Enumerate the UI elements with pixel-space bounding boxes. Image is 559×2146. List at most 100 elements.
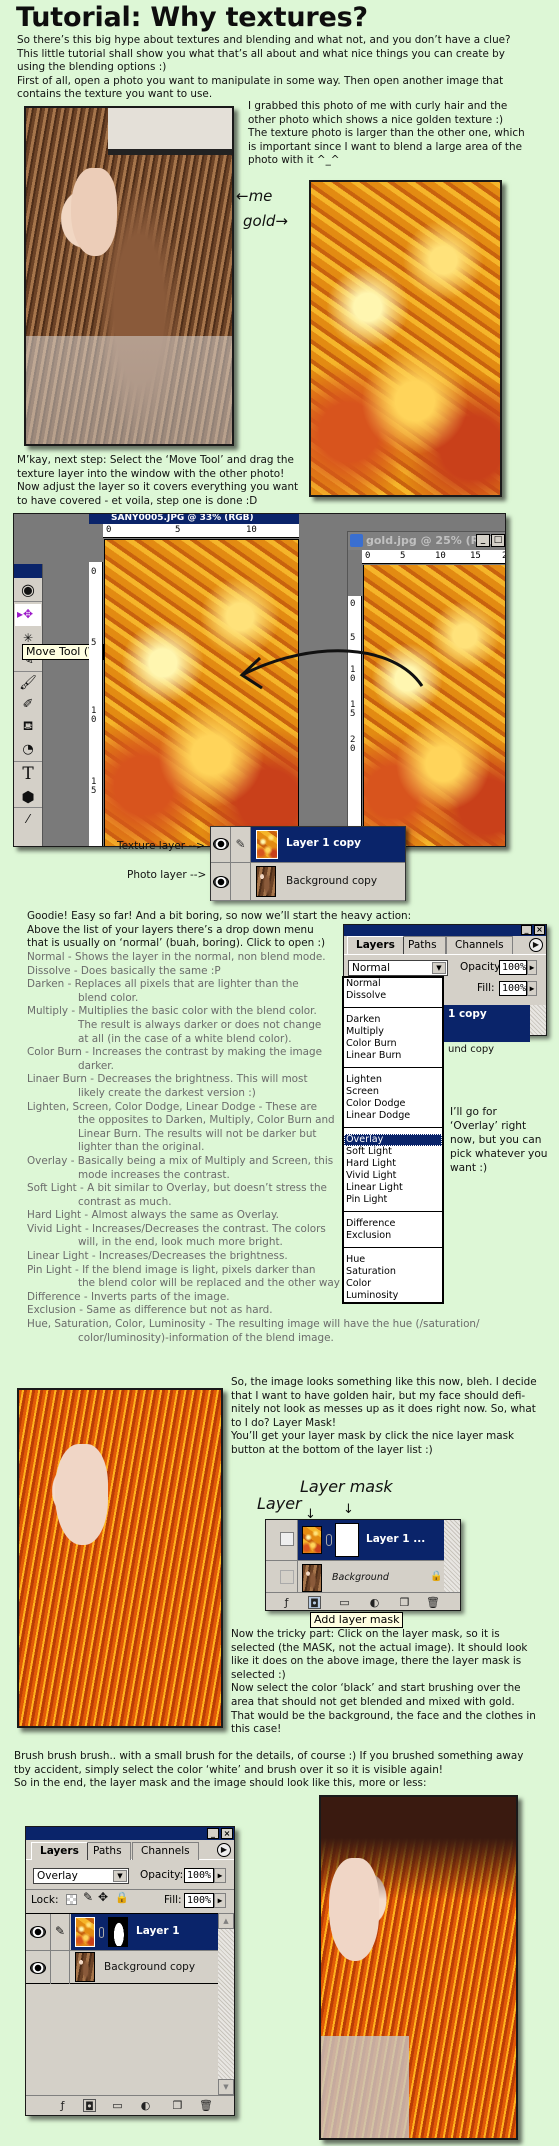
layer-mask-thumbnail[interactable] xyxy=(335,1523,359,1557)
tab-paths[interactable]: Paths xyxy=(399,936,446,954)
blend-mode-option[interactable]: Linear Dodge xyxy=(344,1110,442,1122)
panel-scrollbar[interactable]: ▲ ▼ xyxy=(218,1913,234,2095)
adjustment-layer-icon[interactable]: ◐ xyxy=(368,1596,381,1609)
adjustment-layer-icon[interactable]: ◐ xyxy=(139,2099,152,2112)
panel-scrollbar[interactable] xyxy=(530,1005,546,1035)
blend-mode-option[interactable]: Difference xyxy=(344,1218,442,1230)
panel-menu-icon[interactable]: ▶ xyxy=(529,938,543,952)
lock-paint-icon[interactable]: ✎ xyxy=(83,1890,93,1905)
new-folder-icon[interactable]: ▭ xyxy=(111,2099,124,2112)
add-layer-mask-icon[interactable]: ◘ xyxy=(308,1596,321,1610)
blend-mode-option[interactable]: Luminosity xyxy=(344,1290,442,1302)
blend-mode-option[interactable]: Hard Light xyxy=(344,1158,442,1170)
type-tool-icon[interactable]: T xyxy=(14,762,42,786)
move-tool-icon[interactable]: ▸✥ xyxy=(15,604,41,626)
opacity-field[interactable]: 100% ▶ xyxy=(184,1868,226,1883)
add-layer-mask-icon[interactable]: ◘ xyxy=(83,2099,96,2113)
tab-layers[interactable]: Layers xyxy=(347,936,404,954)
brush-link-icon[interactable]: ✎ xyxy=(231,827,251,862)
brush-link-icon[interactable]: ✎ xyxy=(50,1914,70,1950)
link-box[interactable] xyxy=(50,1951,70,1984)
blend-mode-option[interactable]: Saturation xyxy=(344,1266,442,1278)
layer-row-photo[interactable]: Background copy xyxy=(211,863,405,901)
mask-indicator-icon[interactable] xyxy=(280,1532,294,1546)
blend-mode-option[interactable]: Vivid Light xyxy=(344,1170,442,1182)
layer-style-icon[interactable]: ƒ xyxy=(280,1596,293,1609)
fill-field[interactable]: 100% ▶ xyxy=(184,1893,226,1908)
panel-scrollbar[interactable] xyxy=(444,1520,460,1594)
trash-icon[interactable]: 🗑 xyxy=(199,2099,213,2112)
layer-row-selected[interactable]: 1 copy xyxy=(444,1005,530,1042)
brush-icon[interactable]: 🖌 xyxy=(14,672,42,694)
fill-field[interactable]: 100% ▶ xyxy=(499,981,537,996)
chain-link-icon[interactable] xyxy=(326,1534,332,1546)
gold-canvas[interactable] xyxy=(363,565,505,846)
blend-mode-option[interactable]: Pin Light xyxy=(344,1194,442,1206)
lock-transparency-icon[interactable] xyxy=(66,1894,77,1905)
panel-minimize-button[interactable]: _ xyxy=(207,1828,219,1839)
lock-move-icon[interactable]: ✥ xyxy=(98,1890,108,1905)
blend-mode-option[interactable]: Normal xyxy=(344,978,442,990)
layer-thumbnail[interactable] xyxy=(75,1917,95,1947)
blend-mode-option[interactable]: Color Burn xyxy=(344,1038,442,1050)
layer-mask-thumbnail[interactable] xyxy=(108,1917,128,1947)
blend-mode-option[interactable]: Hue xyxy=(344,1254,442,1266)
history-brush-icon[interactable]: ✐ xyxy=(14,694,42,716)
link-box[interactable] xyxy=(280,1570,294,1584)
minimize-button[interactable]: _ xyxy=(476,534,490,547)
tab-paths[interactable]: Paths xyxy=(84,1842,131,1860)
blend-mode-option[interactable]: Color xyxy=(344,1278,442,1290)
layer-row-background[interactable]: Background copy xyxy=(26,1950,219,1984)
blend-mode-option[interactable]: Dissolve xyxy=(344,990,442,1002)
opacity-field[interactable]: 100% ▶ xyxy=(499,960,537,975)
layer-row-background[interactable]: Background 🔒 xyxy=(266,1560,446,1595)
trash-icon[interactable]: 🗑 xyxy=(426,1596,440,1609)
shape-tool-icon[interactable]: ⬢ xyxy=(14,786,42,808)
opacity-arrow-icon[interactable]: ▶ xyxy=(527,960,537,975)
layer-row-selected[interactable]: Layer 1 ... xyxy=(266,1520,446,1560)
blend-mode-option[interactable]: Soft Light xyxy=(344,1146,442,1158)
panel-close-button[interactable]: × xyxy=(221,1828,233,1839)
link-box[interactable] xyxy=(231,863,251,900)
blend-mode-option[interactable]: Exclusion xyxy=(344,1230,442,1242)
blend-mode-option[interactable]: Darken xyxy=(344,1014,442,1026)
paint-bucket-icon[interactable]: ⛾ xyxy=(14,716,42,738)
layer-row-background[interactable]: und copy xyxy=(444,1042,530,1060)
fill-arrow-icon[interactable]: ▶ xyxy=(214,1893,226,1908)
tab-layers[interactable]: Layers xyxy=(31,1842,88,1860)
tab-channels[interactable]: Channels xyxy=(132,1842,199,1860)
new-layer-icon[interactable]: ❐ xyxy=(171,2099,184,2112)
new-layer-icon[interactable]: ❐ xyxy=(398,1596,411,1609)
visibility-eye-icon[interactable] xyxy=(30,1926,46,1938)
scroll-down-button[interactable]: ▼ xyxy=(218,2079,234,2095)
blend-mode-option[interactable]: Color Dodge xyxy=(344,1098,442,1110)
opacity-arrow-icon[interactable]: ▶ xyxy=(214,1868,226,1883)
fill-arrow-icon[interactable]: ▶ xyxy=(527,981,537,996)
blend-mode-option[interactable]: Overlay xyxy=(344,1134,442,1146)
dodge-tool-icon[interactable]: ◔ xyxy=(14,738,42,762)
blend-mode-select[interactable]: Normal ▼ xyxy=(348,960,448,976)
layer-row-texture[interactable]: ✎ Layer 1 copy xyxy=(211,827,405,863)
panel-close-button[interactable]: × xyxy=(534,925,545,935)
panel-minimize-button[interactable]: _ xyxy=(521,925,532,935)
scroll-up-button[interactable]: ▲ xyxy=(218,1913,234,1929)
layer-row-selected[interactable]: ✎ Layer 1 xyxy=(26,1913,219,1950)
blend-mode-option[interactable]: Linear Light xyxy=(344,1182,442,1194)
visibility-eye-icon[interactable] xyxy=(213,838,229,850)
layer-style-icon[interactable]: ƒ xyxy=(56,2099,69,2112)
tab-channels[interactable]: Channels xyxy=(446,936,513,954)
panel-menu-icon[interactable]: ▶ xyxy=(217,1843,231,1857)
layer-thumbnail[interactable] xyxy=(302,1526,322,1554)
blend-mode-option[interactable]: Linear Burn xyxy=(344,1050,442,1062)
new-folder-icon[interactable]: ▭ xyxy=(338,1596,351,1609)
blend-mode-option[interactable]: Multiply xyxy=(344,1026,442,1038)
visibility-eye-icon[interactable] xyxy=(30,1962,46,1974)
blend-mode-select[interactable]: Overlay ▼ xyxy=(33,1868,129,1884)
maximize-button[interactable]: □ xyxy=(491,534,505,547)
chain-link-icon[interactable] xyxy=(99,1927,104,1938)
visibility-eye-icon[interactable] xyxy=(213,876,229,888)
eyedropper-icon[interactable]: ⁄ xyxy=(14,808,42,830)
blend-mode-option[interactable]: Screen xyxy=(344,1086,442,1098)
blend-mode-option[interactable]: Lighten xyxy=(344,1074,442,1086)
lock-all-icon[interactable]: 🔒 xyxy=(115,1891,129,1905)
